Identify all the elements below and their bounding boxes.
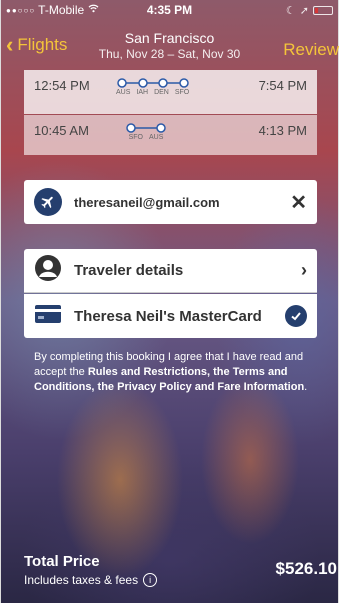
credit-card-icon <box>34 304 62 329</box>
depart-time: 12:54 PM <box>34 78 90 93</box>
traveler-details-label: Traveler details <box>74 262 184 279</box>
airplane-icon <box>34 188 62 216</box>
stop-code: IAH <box>136 89 149 96</box>
arrive-time: 4:13 PM <box>258 123 307 138</box>
status-bar: ●●○○○ T-Mobile 4:35 PM ☾ ➚ <box>0 0 339 20</box>
total-price-value: $526.10 <box>275 559 337 578</box>
stop-code: AUS <box>148 134 164 141</box>
terms-suffix: . <box>304 381 308 393</box>
moon-icon: ☾ <box>285 4 296 17</box>
checkmark-icon <box>285 305 307 327</box>
depart-time: 10:45 AM <box>34 123 89 138</box>
person-icon <box>34 254 62 287</box>
total-price-section: Total Price Includes taxes & fees i <box>24 553 158 587</box>
taxes-label: Includes taxes & fees <box>24 573 139 587</box>
stop-code: SFO <box>128 134 143 141</box>
info-icon[interactable]: i <box>143 573 158 587</box>
flight-row[interactable]: 10:45 AM SFO AUS 4:13 PM <box>24 115 317 155</box>
stop-code: AUS <box>116 89 131 96</box>
email-value: theresaneil@gmail.com <box>74 194 220 210</box>
close-icon[interactable]: ✕ <box>290 190 307 215</box>
battery-icon <box>313 5 333 15</box>
arrive-time: 7:54 PM <box>258 78 307 93</box>
traveler-details-row[interactable]: Traveler details › <box>24 249 317 293</box>
flight-row[interactable]: 12:54 PM AUS IAH DEN SFO 7:54 PM <box>24 70 317 114</box>
payment-method-label: Theresa Neil's MasterCard <box>74 307 262 325</box>
stop-code: SFO <box>174 89 190 96</box>
total-price-label: Total Price <box>24 553 100 570</box>
chevron-right-icon: › <box>301 260 307 280</box>
nav-bar: ‹ Flights San Francisco Thu, Nov 28 – Sa… <box>0 22 339 68</box>
email-card[interactable]: theresaneil@gmail.com ✕ <box>24 180 317 224</box>
terms-text: By completing this booking I agree that … <box>34 350 317 395</box>
payment-method-row[interactable]: Theresa Neil's MasterCard <box>24 294 317 338</box>
stop-code: DEN <box>154 89 169 96</box>
route-diagram: AUS IAH DEN SFO <box>116 78 189 96</box>
review-button[interactable]: Review <box>283 40 339 60</box>
location-arrow-icon: ➚ <box>299 4 309 17</box>
route-diagram: SFO AUS <box>126 123 166 141</box>
